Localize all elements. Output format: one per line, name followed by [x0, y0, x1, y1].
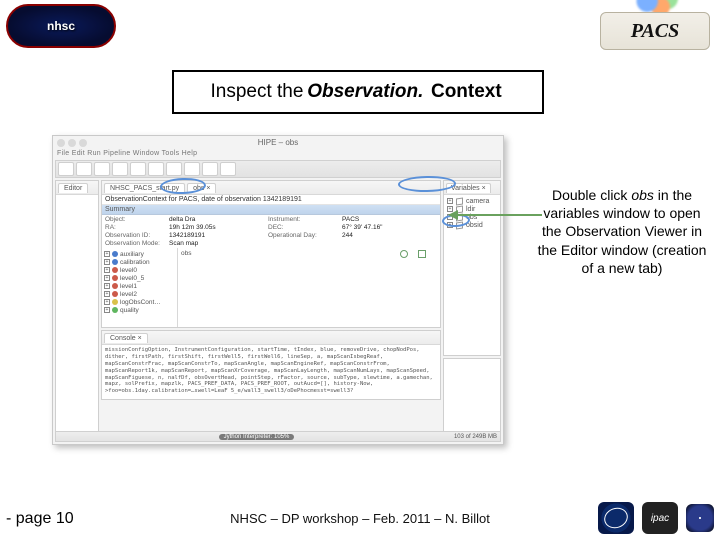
annotation-arrow-line — [454, 214, 542, 216]
title-em2: Context — [431, 81, 502, 103]
console-output[interactable]: missionConfigOption, InstrumentConfigura… — [102, 345, 440, 397]
pacs-badge: PACS — [600, 12, 710, 50]
toolbar-button[interactable] — [220, 162, 236, 176]
label-instrument: Instrument: — [268, 216, 338, 223]
label-obsid: Observation ID: — [105, 232, 165, 239]
toolbar-button[interactable] — [58, 162, 74, 176]
callout-obs: obs — [631, 187, 654, 203]
toolbar-button[interactable] — [112, 162, 128, 176]
title-pre: Inspect the — [210, 81, 303, 103]
variable-icon — [456, 197, 463, 205]
footer-logos: ipac — [598, 502, 714, 534]
status-memory: 103 of 249B MB — [454, 434, 497, 440]
toolbar-button[interactable] — [166, 162, 182, 176]
value-opday: 244 — [342, 232, 437, 239]
value-instrument: PACS — [342, 216, 437, 223]
obs-context-title: ObservationContext for PACS, date of obs… — [102, 195, 440, 205]
value-object: delta Dra — [169, 216, 264, 223]
preview-label: obs — [181, 250, 191, 257]
slide-title: Inspect the Observation. Context — [172, 70, 544, 114]
toolbar-button[interactable] — [148, 162, 164, 176]
toolbar-button[interactable] — [94, 162, 110, 176]
label-dec: DEC: — [268, 224, 338, 231]
value-obsid: 1342189191 — [169, 232, 264, 239]
nasa-logo-icon — [598, 502, 634, 534]
var-camera[interactable]: +camera — [447, 197, 497, 205]
star-logo-icon — [686, 504, 714, 532]
toolbar-button[interactable] — [202, 162, 218, 176]
variables-panel: Variables × +camera +ldir +obs +obsid — [443, 180, 501, 356]
ipac-logo-icon: ipac — [642, 502, 678, 534]
label-obsmode: Observation Mode: — [105, 240, 165, 247]
toolbar-button[interactable] — [130, 162, 146, 176]
toolbar-button[interactable] — [184, 162, 200, 176]
label-object: Object: — [105, 216, 165, 223]
menu-bar[interactable]: File Edit Run Pipeline Window Tools Help — [57, 150, 499, 157]
label-ra: RA: — [105, 224, 165, 231]
window-title: HIPE – obs — [53, 138, 503, 147]
console-panel: Console × missionConfigOption, Instrumen… — [101, 330, 441, 400]
value-obsmode: Scan map — [169, 240, 264, 247]
nhsc-logo: nhsc — [6, 4, 116, 48]
outline-panel — [443, 358, 501, 442]
refresh-icon[interactable] — [400, 250, 408, 258]
left-rail: Editor — [55, 180, 99, 442]
tree-item-auxiliary[interactable]: +auxiliary — [104, 250, 175, 258]
product-preview: obs — [178, 248, 440, 327]
summary-grid: Object: delta Dra Instrument: PACS RA: 19h … — [102, 215, 440, 248]
callout-text: Double click obs in the variables window… — [536, 186, 708, 277]
status-bar: Jython Interpreter: 105% 103 of 249B MB — [55, 431, 501, 442]
summary-header: Summary — [102, 205, 440, 215]
tree-item-level2[interactable]: +level2 — [104, 290, 175, 298]
tab-editor-rail[interactable]: Editor — [58, 183, 88, 193]
annotation-arrow-head-icon — [448, 210, 458, 220]
tree-item-quality[interactable]: +quality — [104, 306, 175, 314]
tree-item-calibration[interactable]: +calibration — [104, 258, 175, 266]
status-interpreter: Jython Interpreter: 105% — [219, 434, 295, 440]
product-tree[interactable]: +auxiliary +calibration +level0 +level0_… — [102, 248, 178, 327]
title-em1: Observation. — [307, 81, 423, 103]
label-opday: Operational Day: — [268, 232, 338, 239]
slide-header: nhsc PACS — [0, 4, 720, 56]
value-ra: 19h 12m 39.05s — [169, 224, 264, 231]
value-dec: 67° 39' 47.16" — [342, 224, 437, 231]
editor-panel: NHSC_PACS_start.py obs × ObservationCont… — [101, 180, 441, 328]
tree-item-level05[interactable]: +level0_5 — [104, 274, 175, 282]
open-preview-icon[interactable] — [418, 250, 426, 258]
tab-console[interactable]: Console × — [104, 333, 148, 343]
tree-item-logobscont[interactable]: +logObsCont… — [104, 298, 175, 306]
tree-item-level1[interactable]: +level1 — [104, 282, 175, 290]
toolbar-button[interactable] — [76, 162, 92, 176]
slide-footer: - page 10 NHSC – DP workshop – Feb. 2011… — [0, 492, 720, 536]
tree-item-level0[interactable]: +level0 — [104, 266, 175, 274]
